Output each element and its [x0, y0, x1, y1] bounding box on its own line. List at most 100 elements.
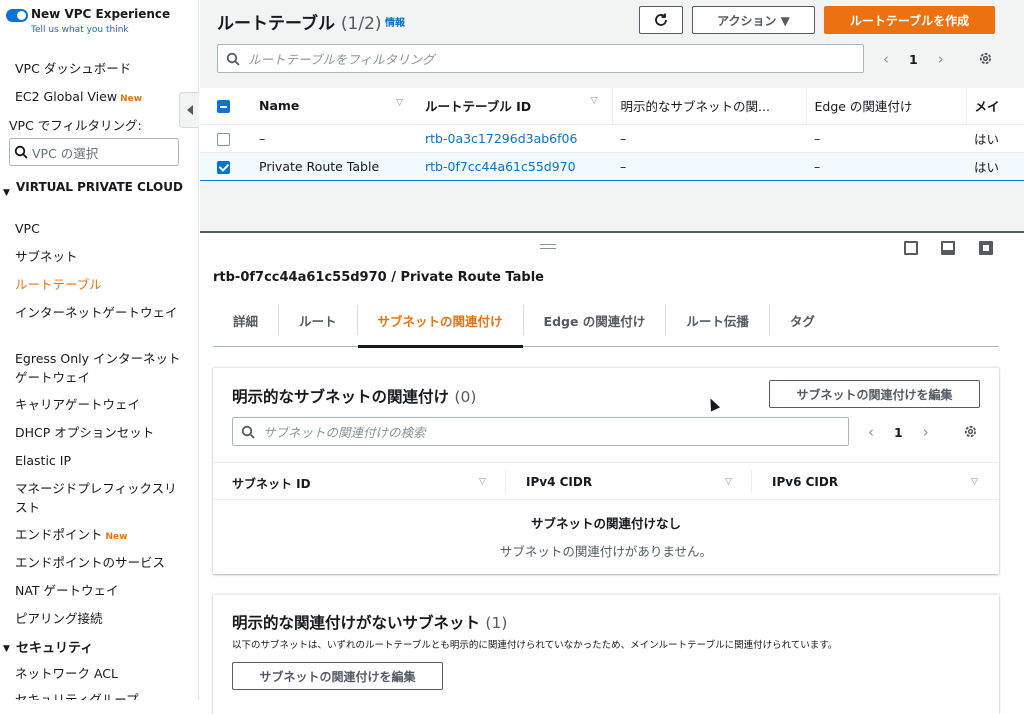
selection-count: (1/2) [340, 14, 382, 34]
sidebar-item-peering[interactable]: ピアリング接続 [15, 609, 187, 628]
column-label: Name [259, 98, 300, 114]
chevron-left-icon[interactable]: ‹ [868, 423, 874, 441]
cell-route-table-id-link[interactable]: rtb-0a3c17296d3ab6f06 [417, 124, 612, 153]
tab-details[interactable]: 詳細 [213, 305, 280, 335]
row-checkbox[interactable] [217, 132, 230, 146]
empty-state-title: サブネットの関連付けなし [530, 516, 681, 531]
column-header-route-table-id[interactable]: ルートテーブル ID ▽ [417, 88, 612, 125]
tab-subnet-associations[interactable]: サブネットの関連付け [357, 305, 524, 348]
table-row[interactable]: – rtb-0a3c17296d3ab6f06 – – はい [200, 124, 1024, 153]
chevron-left-icon[interactable]: ‹ [883, 50, 889, 68]
sort-icon[interactable]: ▽ [479, 477, 486, 487]
tab-tags[interactable]: タグ [770, 305, 835, 335]
gear-icon[interactable] [963, 424, 978, 439]
split-bottom-icon[interactable] [904, 241, 918, 255]
search-icon [14, 145, 28, 159]
collapse-sidebar-button[interactable] [179, 92, 199, 128]
split-panel-divider[interactable] [200, 231, 1024, 233]
cell-name: Private Route Table [251, 151, 417, 181]
tab-edge-associations[interactable]: Edge の関連付け [524, 305, 667, 335]
split-bottom-active-icon[interactable] [941, 241, 955, 255]
page-title-text: ルートテーブル [217, 14, 335, 34]
filter-placeholder: ルートテーブルをフィルタリング [248, 52, 435, 67]
empty-state-description: サブネットの関連付けがありません。 [499, 544, 713, 559]
sidebar-item-elastic-ip[interactable]: Elastic IP [15, 451, 187, 470]
sort-icon[interactable]: ▽ [971, 477, 978, 487]
cell-route-table-id-link[interactable]: rtb-0f7cc44a61c55d970 [417, 151, 612, 181]
table-row[interactable]: Private Route Table rtb-0f7cc44a61c55d97… [200, 151, 1024, 181]
subnet-table-header: サブネット ID ▽ IPv4 CIDR ▽ IPv6 CIDR ▽ [213, 462, 999, 500]
search-icon [226, 52, 240, 66]
cell-edge: – [806, 151, 966, 181]
route-tables-table: Name ▽ ルートテーブル ID ▽ 明示的なサブネットの関... Edge の関… [200, 88, 1024, 181]
sidebar-item-dhcp-options[interactable]: DHCP オプションセット [15, 423, 187, 442]
chevron-right-icon[interactable]: › [923, 423, 929, 441]
sort-icon[interactable]: ▽ [396, 98, 403, 108]
sidebar-item-egress-only-igw[interactable]: Egress Only インターネットゲートウェイ [15, 349, 187, 387]
sidebar-item-network-acl[interactable]: ネットワーク ACL [15, 664, 187, 683]
column-header-explicit-subnet[interactable]: 明示的なサブネットの関... [611, 88, 806, 125]
row-select-cell[interactable] [200, 124, 251, 153]
main-content: ルートテーブル (1/2) 情報 アクション ▼ ルートテーブルを作成 ルートテ… [200, 0, 1024, 714]
column-header-main[interactable]: メイ [965, 88, 1024, 125]
fullscreen-icon[interactable] [979, 241, 993, 255]
column-header-subnet-id[interactable]: サブネット ID [232, 475, 311, 492]
section-security[interactable]: セキュリティ [16, 640, 186, 657]
new-experience-toggle[interactable] [6, 9, 28, 22]
chevron-right-icon[interactable]: › [938, 50, 944, 68]
tab-route-propagation[interactable]: ルート伝播 [666, 305, 770, 335]
search-placeholder: サブネットの関連付けの検索 [263, 425, 426, 440]
page-number[interactable]: 1 [894, 425, 903, 440]
caret-down-icon[interactable]: ▼ [3, 644, 10, 654]
route-table-filter-input[interactable]: ルートテーブルをフィルタリング [217, 44, 864, 73]
panel-title: 明示的なサブネットの関連付け (0) [232, 385, 476, 407]
select-all-cell[interactable] [200, 88, 251, 125]
subnet-association-search-input[interactable]: サブネットの関連付けの検索 [232, 417, 849, 446]
sidebar-item-internet-gateways[interactable]: インターネットゲートウェイ [15, 303, 187, 322]
refresh-button[interactable] [639, 6, 683, 34]
sidebar-item-endpoint-services[interactable]: エンドポイントのサービス [15, 553, 187, 572]
sidebar-item-endpoints[interactable]: エンドポイント New [15, 525, 187, 547]
sort-icon[interactable]: ▽ [591, 96, 598, 106]
column-header-name[interactable]: Name ▽ [251, 88, 417, 125]
column-header-ipv4-cidr[interactable]: IPv4 CIDR [526, 475, 592, 489]
column-header-edge[interactable]: Edge の関連付け [805, 88, 966, 125]
actions-dropdown[interactable]: アクション ▼ [692, 6, 815, 34]
row-checkbox-checked[interactable] [217, 160, 230, 174]
edit-subnet-associations-button[interactable]: サブネットの関連付けを編集 [232, 662, 443, 690]
info-link[interactable]: 情報 [385, 14, 405, 29]
create-route-table-button[interactable]: ルートテーブルを作成 [824, 6, 995, 34]
tab-routes[interactable]: ルート [279, 305, 358, 335]
sidebar-item-route-tables[interactable]: ルートテーブル [15, 275, 187, 294]
sort-icon[interactable]: ▽ [725, 477, 732, 487]
section-virtual-private-cloud[interactable]: VIRTUAL PRIVATE CLOUD [16, 179, 186, 196]
gear-icon[interactable] [978, 51, 993, 66]
sidebar: New VPC Experience Tell us what you thin… [0, 0, 199, 700]
select-all-checkbox[interactable] [217, 100, 230, 114]
cell-main: はい [966, 124, 1024, 153]
sidebar-item-carrier-gateways[interactable]: キャリアゲートウェイ [15, 395, 187, 414]
page-title: ルートテーブル (1/2) [217, 9, 382, 34]
column-header-ipv6-cidr[interactable]: IPv6 CIDR [772, 475, 838, 489]
drag-handle-icon[interactable] [540, 244, 556, 249]
page-number[interactable]: 1 [909, 52, 918, 67]
sidebar-item-subnets[interactable]: サブネット [15, 247, 187, 266]
implicit-associations-panel: 明示的な関連付けがないサブネット (1) 以下のサブネットは、いずれのルートテー… [213, 594, 999, 714]
sidebar-item-vpc[interactable]: VPC [15, 219, 187, 238]
panel-title: 明示的な関連付けがないサブネット (1) [232, 611, 507, 633]
cell-explicit-subnet: – [612, 124, 806, 153]
cell-name: – [251, 124, 417, 153]
sidebar-item-prefix-lists[interactable]: マネージドプレフィックスリスト [15, 479, 187, 517]
sidebar-item-vpc-dashboard[interactable]: VPC ダッシュボード [15, 59, 187, 78]
panel-title-text: 明示的な関連付けがないサブネット [232, 614, 481, 632]
feedback-link[interactable]: Tell us what you think [31, 25, 129, 35]
sidebar-item-ec2-global-view[interactable]: EC2 Global View New [15, 87, 190, 109]
sidebar-item-nat-gateways[interactable]: NAT ゲートウェイ [15, 581, 187, 600]
sidebar-item-security-groups[interactable]: セキュリティグループ [15, 690, 187, 700]
row-select-cell[interactable] [200, 151, 251, 181]
caret-down-icon[interactable]: ▼ [3, 188, 10, 198]
edit-subnet-associations-button[interactable]: サブネットの関連付けを編集 [769, 380, 980, 408]
vpc-filter-select[interactable]: VPC の選択 [9, 138, 179, 166]
caret-left-icon [186, 105, 193, 115]
cell-explicit-subnet: – [612, 151, 806, 181]
